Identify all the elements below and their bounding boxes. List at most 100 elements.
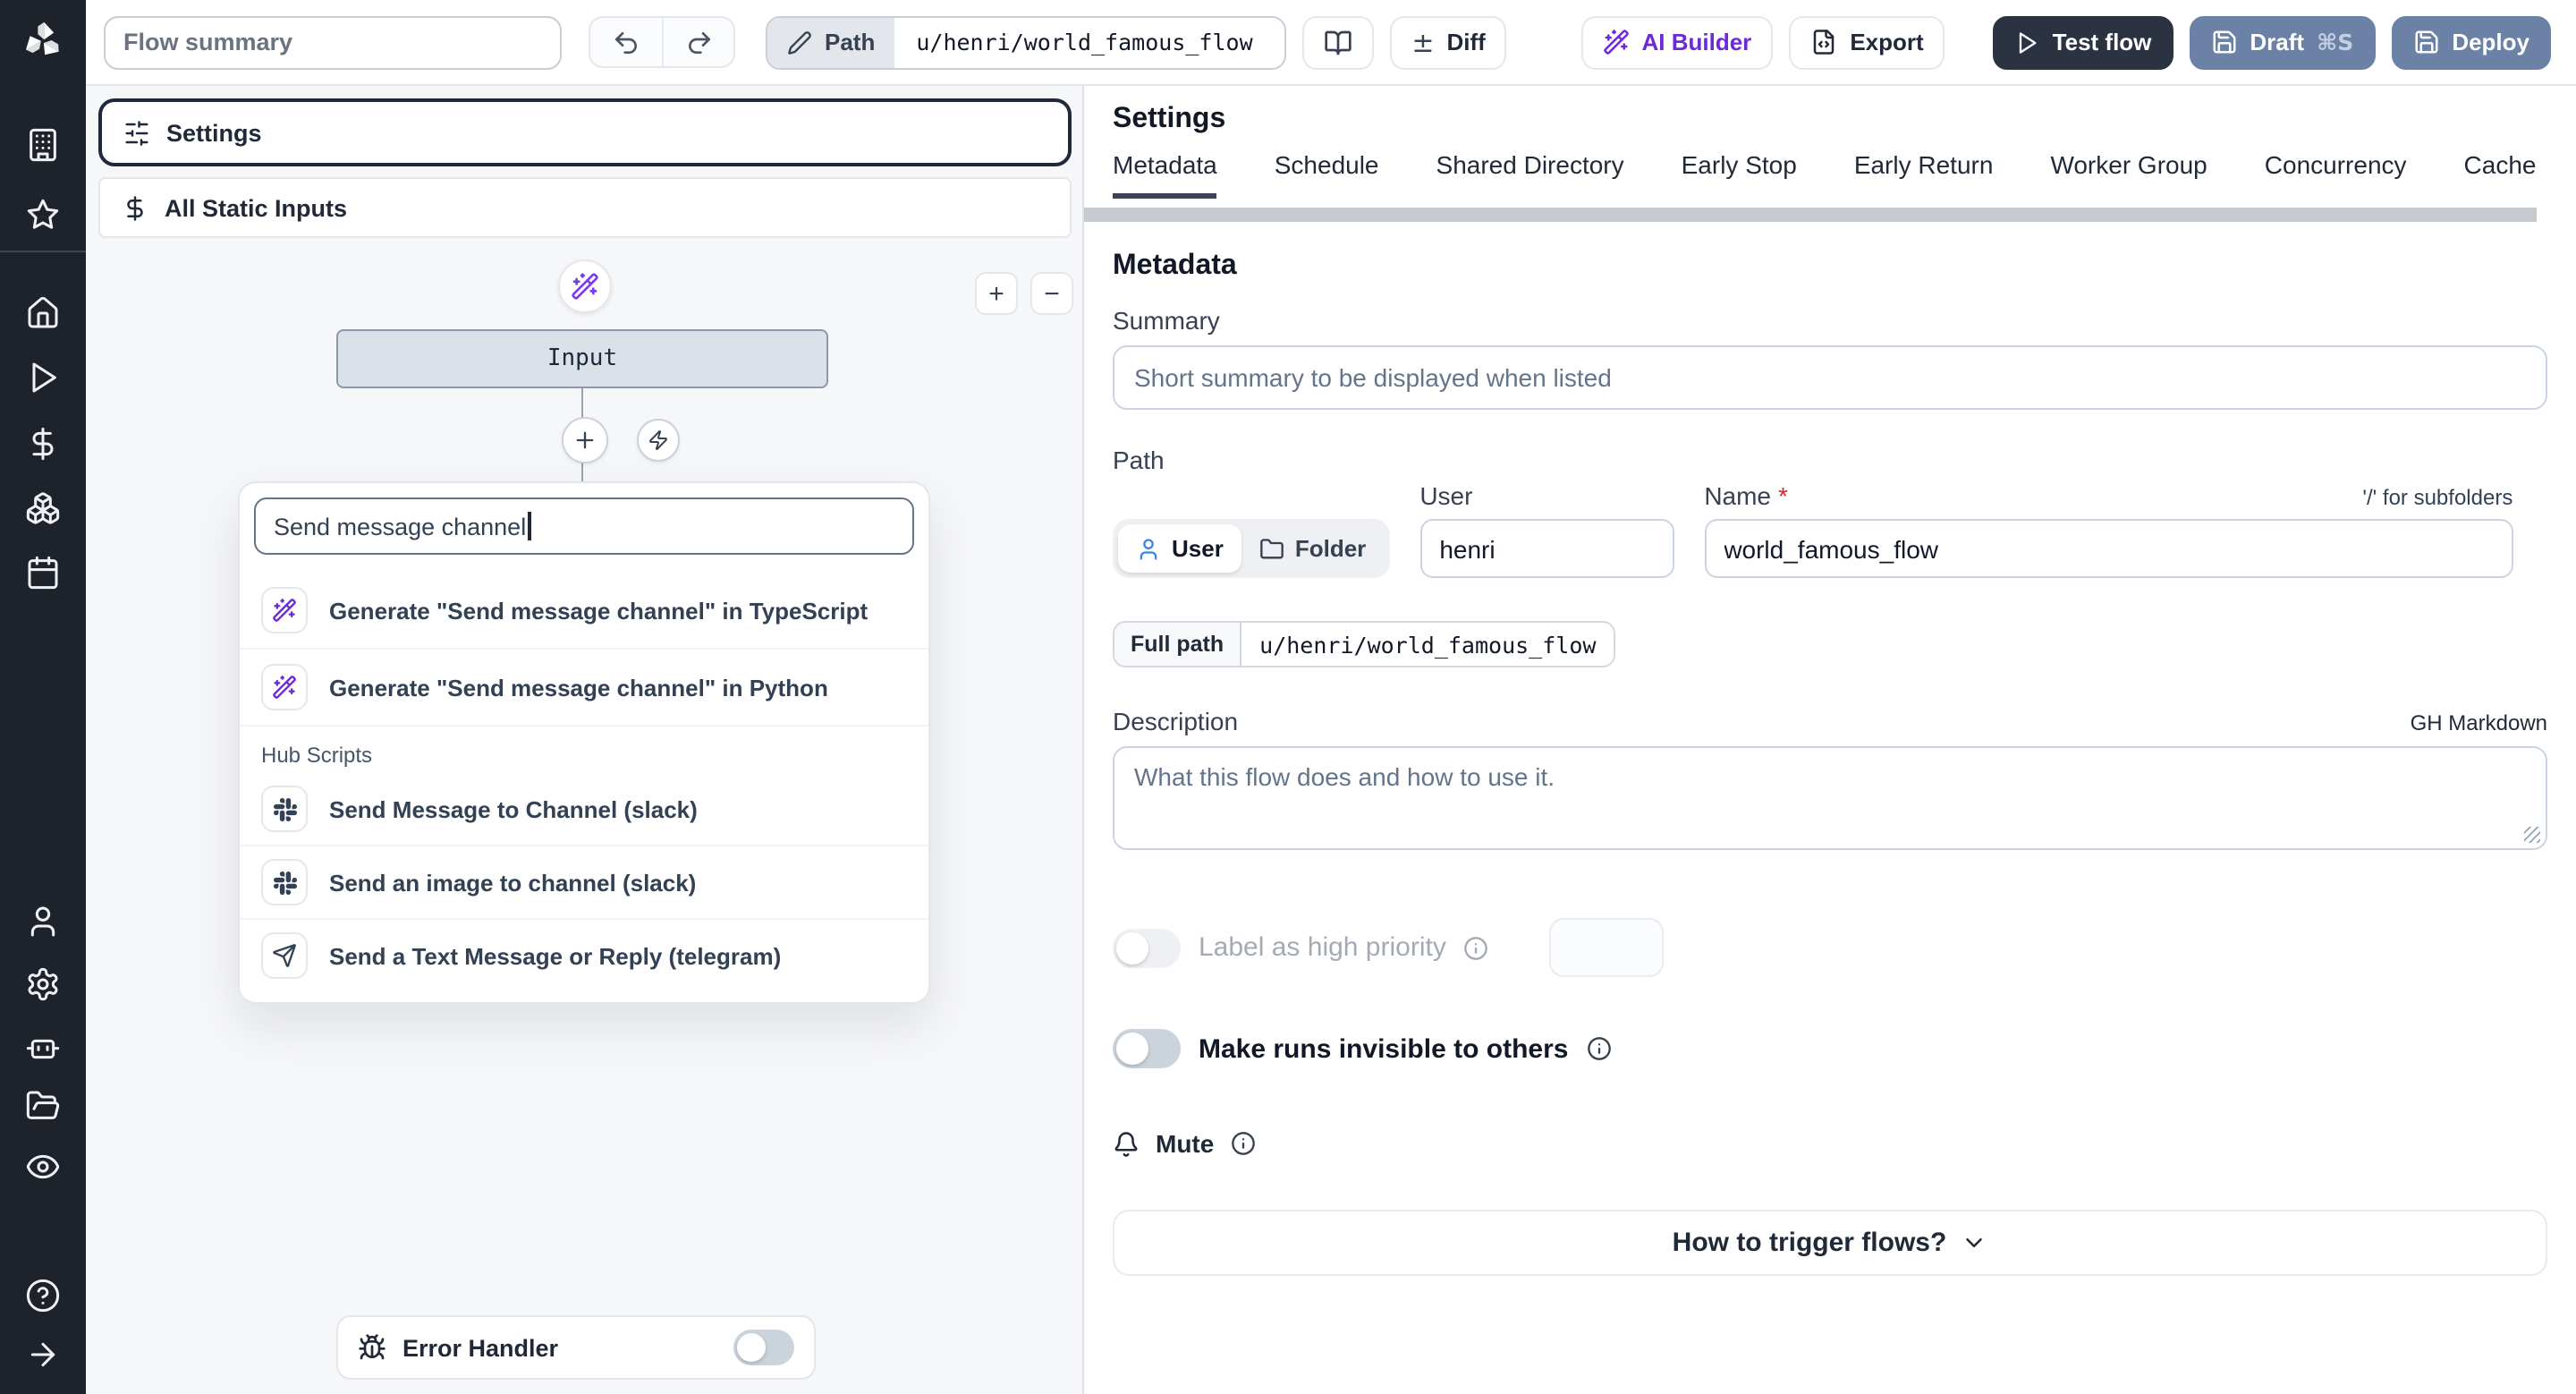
tab-shared-directory[interactable]: Shared Directory	[1436, 150, 1624, 199]
markdown-hint: GH Markdown	[2410, 710, 2547, 735]
home-icon[interactable]	[25, 295, 61, 331]
ai-builder-button[interactable]: AI Builder	[1580, 15, 1774, 69]
tab-worker-group[interactable]: Worker Group	[2050, 150, 2207, 199]
full-path-row: Full path u/henri/world_famous_flow	[1113, 621, 1616, 667]
docs-book-button[interactable]	[1302, 15, 1375, 69]
edit-path-button[interactable]: Path	[767, 17, 895, 67]
input-node[interactable]: Input	[336, 329, 828, 388]
search-results: Generate "Send message channel" in TypeS…	[240, 573, 928, 725]
mute-row: Mute	[1113, 1129, 2547, 1158]
hub-results: Send Message to Channel (slack) Send an …	[240, 773, 928, 991]
resources-boxes-icon[interactable]	[25, 490, 61, 526]
how-to-trigger-button[interactable]: How to trigger flows?	[1113, 1210, 2547, 1276]
zap-icon	[649, 430, 667, 450]
test-flow-button[interactable]: Test flow	[1993, 15, 2174, 69]
invisible-runs-row: Make runs invisible to others	[1113, 1029, 2547, 1068]
generate-typescript-item[interactable]: Generate "Send message channel" in TypeS…	[240, 573, 928, 648]
pencil-icon	[788, 30, 811, 54]
hub-item-slack-message[interactable]: Send Message to Channel (slack)	[240, 773, 928, 845]
full-path-label: Full path	[1114, 623, 1242, 666]
wand-sparkles-icon	[572, 273, 598, 300]
summary-input[interactable]	[1113, 345, 2547, 410]
deploy-button[interactable]: Deploy	[2391, 15, 2551, 69]
resize-handle[interactable]	[2524, 827, 2540, 843]
description-header: Description GH Markdown	[1113, 707, 2547, 735]
path-value[interactable]: u/henri/world_famous_flow	[894, 17, 1285, 67]
path-badge: Path u/henri/world_famous_flow	[766, 15, 1287, 69]
tab-early-return[interactable]: Early Return	[1854, 150, 1994, 199]
description-textarea[interactable]	[1113, 746, 2547, 850]
audit-eye-icon[interactable]	[25, 1149, 61, 1185]
undo-redo-group	[589, 16, 735, 68]
error-handler-node[interactable]: Error Handler	[336, 1315, 816, 1380]
info-icon[interactable]	[1230, 1131, 1255, 1156]
export-button[interactable]: Export	[1789, 15, 1945, 69]
bug-icon	[359, 1334, 386, 1360]
users-icon[interactable]	[25, 904, 61, 939]
runs-play-icon[interactable]	[25, 360, 61, 395]
file-code-icon	[1814, 30, 1835, 55]
tab-metadata[interactable]: Metadata	[1113, 150, 1217, 199]
name-field-label: Name	[1704, 481, 1772, 510]
tab-cache[interactable]: Cache	[2464, 150, 2537, 199]
hub-item-slack-image[interactable]: Send an image to channel (slack)	[240, 845, 928, 918]
tab-concurrency[interactable]: Concurrency	[2265, 150, 2407, 199]
workspace-building-icon[interactable]	[25, 127, 61, 163]
redo-button[interactable]	[662, 18, 733, 66]
settings-gear-icon[interactable]	[25, 966, 61, 1002]
all-static-inputs-node[interactable]: All Static Inputs	[98, 177, 1072, 238]
hub-item-telegram-message[interactable]: Send a Text Message or Reply (telegram)	[240, 918, 928, 991]
tabs-scrollbar-thumb[interactable]	[1084, 208, 2537, 222]
dollar-icon	[127, 195, 143, 220]
step-search-input[interactable]: Send message channel	[254, 497, 914, 555]
flow-settings-node[interactable]: Settings	[98, 98, 1072, 166]
invisible-runs-label: Make runs invisible to others	[1199, 1033, 1569, 1064]
error-handler-toggle[interactable]	[733, 1330, 794, 1365]
info-icon[interactable]	[1464, 935, 1489, 960]
high-priority-label: Label as high priority	[1199, 932, 1446, 963]
redo-icon	[688, 31, 709, 53]
user-field-label: User	[1419, 481, 1473, 510]
slack-icon	[261, 786, 308, 832]
draft-button[interactable]: Draft ⌘S	[2189, 15, 2376, 69]
name-field[interactable]	[1704, 519, 2513, 578]
diff-button[interactable]: ± Diff	[1390, 15, 1507, 69]
topbar: Path u/henri/world_famous_flow ± Diff AI…	[86, 0, 2576, 86]
workers-bot-icon[interactable]	[25, 1029, 61, 1065]
flow-summary-input[interactable]	[104, 15, 562, 69]
sliders-icon	[125, 120, 148, 145]
chevron-down-icon	[1966, 1238, 1983, 1247]
zoom-in-button[interactable]: +	[975, 272, 1018, 315]
owner-kind-user[interactable]: User	[1118, 524, 1241, 573]
path-row: User Folder User Name * '/' for subfol	[1113, 481, 2547, 578]
canvas-zoom-controls: + −	[975, 272, 1073, 315]
flow-graph-panel: Settings All Static Inputs Input + − Sen…	[86, 86, 1084, 1394]
generate-python-item[interactable]: Generate "Send message channel" in Pytho…	[240, 648, 928, 725]
text-caret	[528, 512, 531, 540]
hub-scripts-section-label: Hub Scripts	[240, 725, 928, 773]
folders-icon[interactable]	[25, 1088, 61, 1124]
high-priority-toggle[interactable]	[1113, 928, 1181, 967]
ai-flow-wand-button[interactable]	[558, 259, 612, 313]
zoom-out-button[interactable]: −	[1030, 272, 1073, 315]
diff-icon: ±	[1411, 26, 1435, 58]
add-step-button[interactable]	[562, 417, 608, 463]
expand-sidebar-arrow-icon[interactable]	[25, 1337, 61, 1373]
info-icon[interactable]	[1586, 1036, 1611, 1061]
slack-icon	[261, 859, 308, 905]
priority-value-box	[1549, 918, 1665, 977]
undo-button[interactable]	[590, 18, 662, 66]
help-icon[interactable]	[25, 1278, 61, 1313]
schedules-calendar-icon[interactable]	[25, 555, 61, 591]
windmill-logo-icon[interactable]	[20, 18, 66, 64]
owner-kind-folder[interactable]: Folder	[1241, 524, 1384, 573]
invisible-runs-toggle[interactable]	[1113, 1029, 1181, 1068]
favorites-star-icon[interactable]	[25, 197, 61, 233]
folder-icon	[1260, 538, 1284, 558]
tab-schedule[interactable]: Schedule	[1275, 150, 1379, 199]
trigger-zap-button[interactable]	[637, 419, 680, 462]
variables-dollar-icon[interactable]	[25, 426, 61, 462]
tab-early-stop[interactable]: Early Stop	[1682, 150, 1797, 199]
save-icon	[2414, 30, 2437, 54]
user-field[interactable]	[1419, 519, 1674, 578]
